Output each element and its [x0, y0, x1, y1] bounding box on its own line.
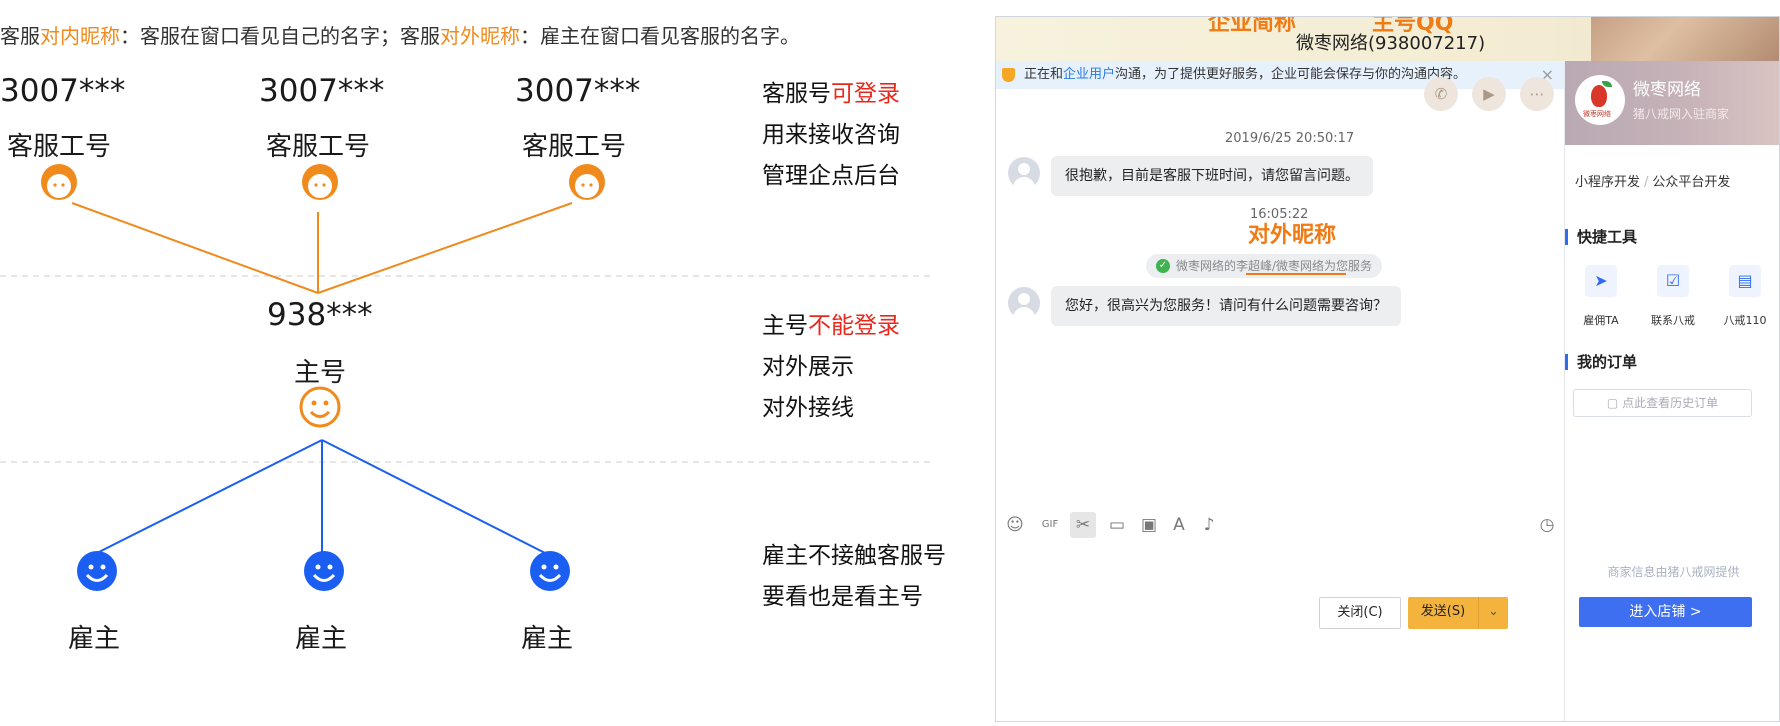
employer-note: 雇主不接触客服号 要看也是看主号 — [762, 543, 946, 610]
phone-icon[interactable]: ✆ — [1424, 77, 1458, 111]
folder-icon[interactable]: ▭ — [1104, 512, 1130, 538]
link-line — [71, 202, 319, 294]
send-options-chevron-down-icon[interactable]: ⌄ — [1478, 597, 1508, 629]
message-bubble: 很抱歉，目前是客服下班时间，请您留言问题。 — [1051, 156, 1373, 196]
header-decoration — [1591, 17, 1779, 61]
history-clock-icon[interactable]: ◷ — [1534, 512, 1560, 538]
agent-icon — [41, 164, 77, 200]
agent-icon — [569, 164, 605, 200]
clipboard-icon: ▢ — [1606, 396, 1623, 410]
bajie-110-button[interactable]: ▤ 八戒110 — [1710, 265, 1779, 328]
main-account-id: 938*** — [267, 297, 373, 333]
message-bubble: 您好，很高兴为您服务！请问有什么问题需要咨询？ — [1051, 286, 1401, 326]
employer-label: 雇主 — [295, 624, 348, 654]
image-icon[interactable]: ▣ — [1136, 512, 1162, 538]
avatar — [1008, 157, 1040, 189]
service-account-label: 客服工号 — [7, 132, 112, 162]
message-timestamp: 2019/6/25 20:50:17 — [1225, 131, 1355, 146]
send-button[interactable]: 发送(S) — [1408, 597, 1478, 629]
link-line — [321, 439, 548, 555]
check-icon: ☑ — [1657, 265, 1689, 297]
my-orders-title: 我的订单 — [1565, 354, 1637, 370]
emoji-icon[interactable]: ☺ — [1002, 512, 1028, 538]
shop-subtitle: 猪八戒网入驻商家 — [1633, 107, 1730, 121]
shield-icon — [1002, 68, 1015, 82]
video-icon[interactable]: ▶ — [1472, 77, 1506, 111]
annotation-main-qq: 主号QQ — [1372, 16, 1454, 36]
chat-window: 微枣网络(938007217) 企业简称 主号QQ 正在和企业用户沟通，为了提供… — [995, 16, 1780, 722]
service-account-id: 3007*** — [259, 73, 385, 109]
shop-logo: 微枣网络 — [1575, 75, 1625, 125]
view-history-orders-button[interactable]: ▢ 点此查看历史订单 — [1573, 389, 1752, 417]
avatar — [1008, 287, 1040, 319]
smiley-icon — [299, 386, 341, 428]
shop-tags: 小程序开发 / 公众平台开发 — [1575, 175, 1731, 190]
provider-note: 商家信息由猪八戒网提供 — [1607, 565, 1740, 579]
employer-icon — [304, 551, 344, 591]
send-icon: ➤ — [1585, 265, 1617, 297]
close-button[interactable]: 关闭(C) — [1319, 597, 1401, 629]
hire-ta-button[interactable]: ➤ 雇佣TA — [1566, 265, 1636, 328]
employer-icon — [77, 551, 117, 591]
gif-icon[interactable]: GIF — [1034, 512, 1066, 538]
annotation-external-nick: 对外昵称 — [1248, 223, 1337, 248]
employer-icon — [530, 551, 570, 591]
font-icon[interactable]: A — [1166, 512, 1192, 538]
service-account-id: 3007*** — [515, 73, 641, 109]
quick-tools-title: 快捷工具 — [1565, 229, 1637, 245]
service-account-id: 3007*** — [0, 73, 126, 109]
contact-bajie-button[interactable]: ☑ 联系八戒 — [1638, 265, 1708, 328]
shop-name: 微枣网络 — [1633, 80, 1701, 100]
enterprise-user-link[interactable]: 企业用户 — [1063, 67, 1115, 82]
main-account-note: 主号不能登录 对外展示 对外接线 — [762, 313, 900, 421]
check-icon: ✓ — [1156, 259, 1170, 273]
shop-side-panel: 微枣网络 微枣网络 猪八戒网入驻商家 小程序开发 / 公众平台开发 快捷工具 ➤ 雇… — [1564, 61, 1779, 721]
link-line — [94, 439, 323, 555]
account-diagram: 客服对内昵称：客服在窗口看见自己的名字；客服对外昵称：雇主在窗口看见客服的名字。 — [0, 0, 960, 726]
employer-label: 雇主 — [521, 624, 574, 654]
scissors-icon[interactable]: ✂ — [1070, 512, 1096, 538]
employer-label: 雇主 — [68, 624, 121, 654]
microphone-icon[interactable]: ♪ — [1196, 512, 1222, 538]
link-line — [317, 202, 573, 294]
service-account-note: 客服号可登录 用来接收咨询 管理企点后台 — [762, 81, 900, 189]
service-account-label: 客服工号 — [522, 132, 627, 162]
service-account-label: 客服工号 — [266, 132, 371, 162]
more-icon[interactable]: ⋯ — [1520, 77, 1554, 111]
contact-card-icon: ▤ — [1729, 265, 1761, 297]
enter-shop-button[interactable]: 进入店铺 > — [1579, 597, 1752, 627]
main-account-label: 主号 — [294, 358, 347, 388]
shop-card: 微枣网络 微枣网络 猪八戒网入驻商家 — [1565, 61, 1779, 145]
annotation-company-short: 企业简称 — [1208, 16, 1297, 36]
agent-icon — [302, 164, 338, 200]
input-toolbar: ☺ GIF ✂ ▭ ▣ A ♪ ◷ — [996, 512, 1554, 542]
nickname-underline — [1246, 273, 1346, 275]
